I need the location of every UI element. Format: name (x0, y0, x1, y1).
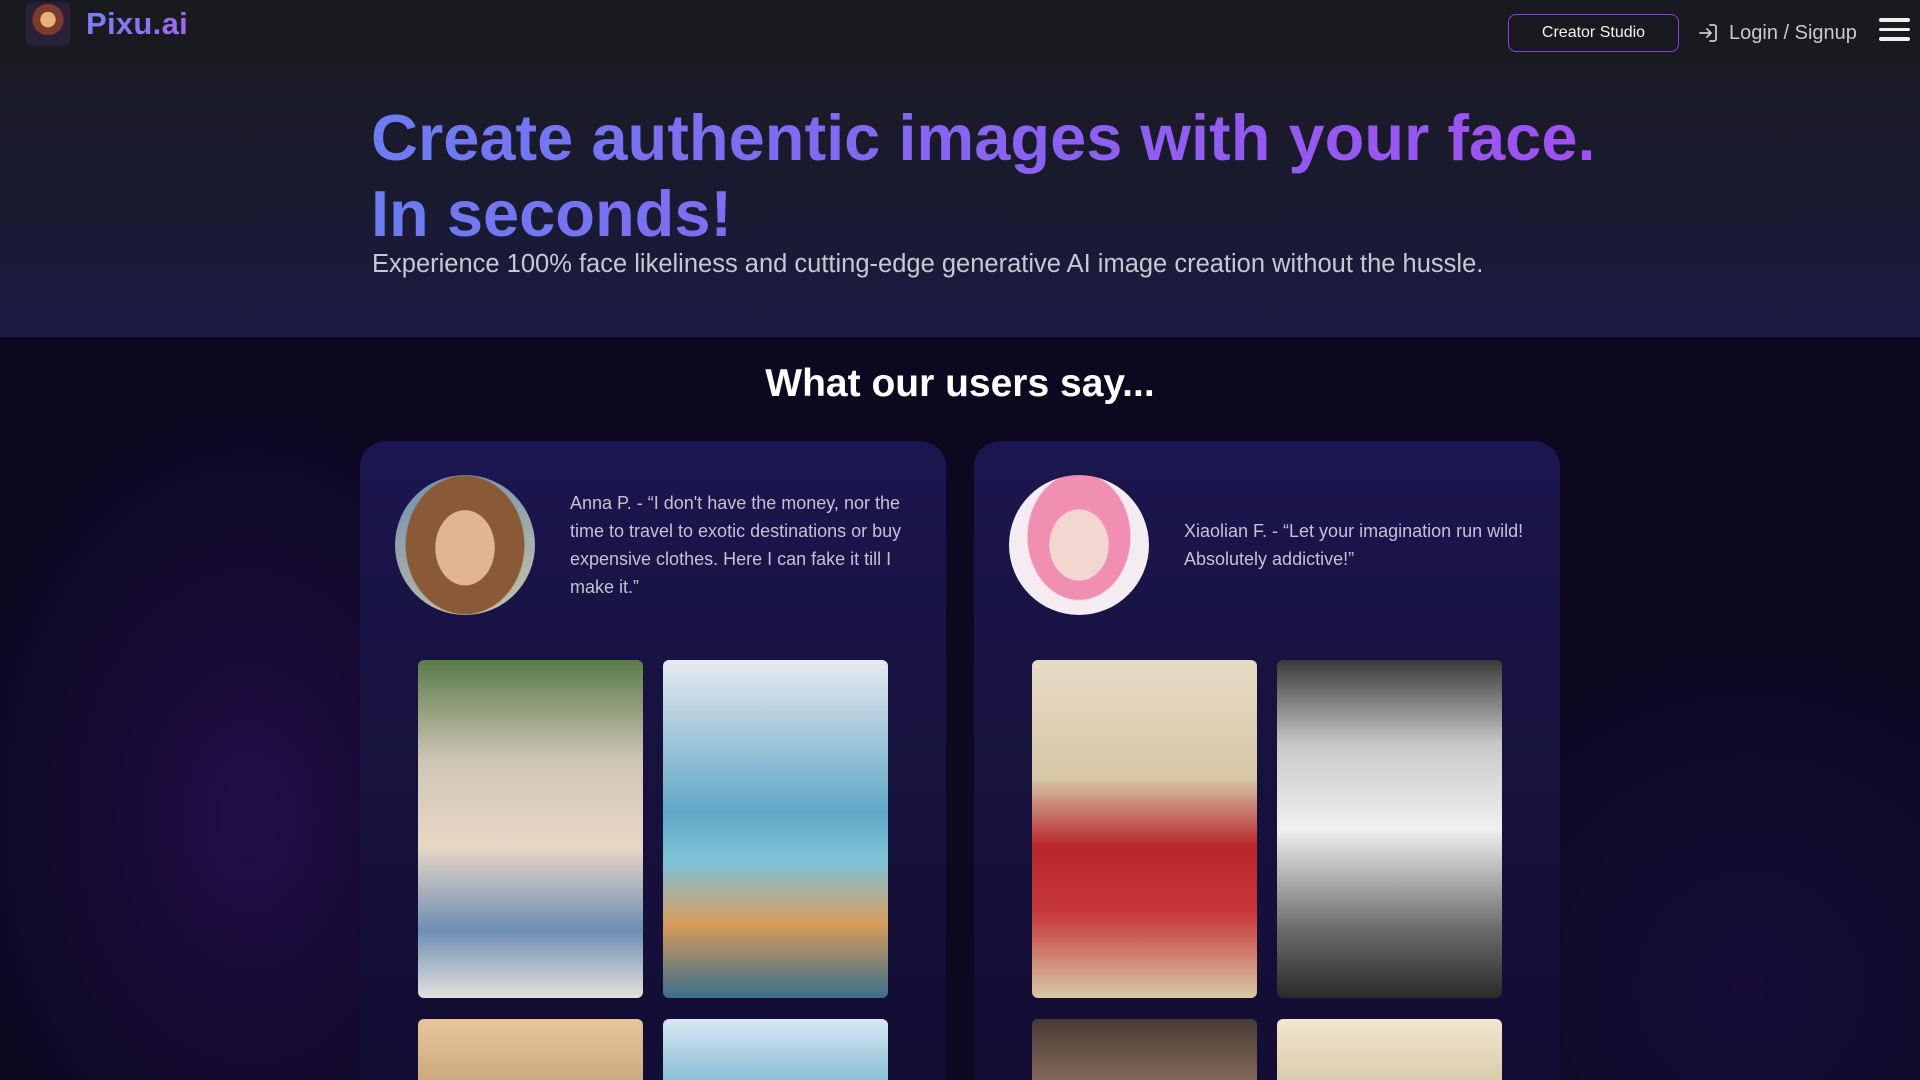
hero-section: Create authentic images with your face. … (0, 66, 1920, 337)
gallery-image[interactable] (1032, 1019, 1257, 1080)
gallery-image[interactable] (1277, 1019, 1502, 1080)
hero-title-line2: In seconds! (371, 177, 733, 250)
login-signup-label: Login / Signup (1729, 21, 1857, 44)
hero-title: Create authentic images with your face. … (371, 100, 1671, 252)
testimonial-quote: Xiaolian F. - “Let your imagination run … (1184, 521, 1524, 569)
testimonials-section: What our users say... Anna P. - “I don't… (0, 337, 1920, 1080)
hero-subtitle: Experience 100% face likeliness and cutt… (372, 250, 1484, 278)
dragon-logo-icon (26, 2, 70, 46)
testimonial-card-xiaolian: Xiaolian F. - “Let your imagination run … (974, 441, 1560, 1080)
xiaolian-avatar (1009, 475, 1149, 615)
testimonial-card-anna: Anna P. - “I don't have the money, nor t… (360, 441, 946, 1080)
hamburger-menu-icon[interactable] (1879, 18, 1910, 42)
hero-title-line1: Create authentic images with your face. (371, 101, 1596, 174)
gallery-image[interactable] (663, 1019, 888, 1080)
gallery-image[interactable] (1032, 660, 1257, 998)
gallery-image[interactable] (418, 1019, 643, 1080)
brand-name: Pixu.ai (86, 6, 189, 41)
anna-avatar (395, 475, 535, 615)
brand-home-link[interactable]: Pixu.ai (26, 2, 188, 46)
creator-studio-button[interactable]: Creator Studio (1508, 14, 1679, 52)
top-navigation-bar: Pixu.ai Creator Studio Login / Signup (0, 0, 1920, 66)
testimonials-heading: What our users say... (765, 362, 1155, 405)
gallery-image[interactable] (1277, 660, 1502, 998)
login-signup-link[interactable]: Login / Signup (1696, 18, 1857, 48)
gallery-image[interactable] (418, 660, 643, 998)
gallery-image[interactable] (663, 660, 888, 998)
testimonial-quote: Anna P. - “I don't have the money, nor t… (570, 493, 902, 597)
login-arrow-icon (1699, 24, 1717, 42)
